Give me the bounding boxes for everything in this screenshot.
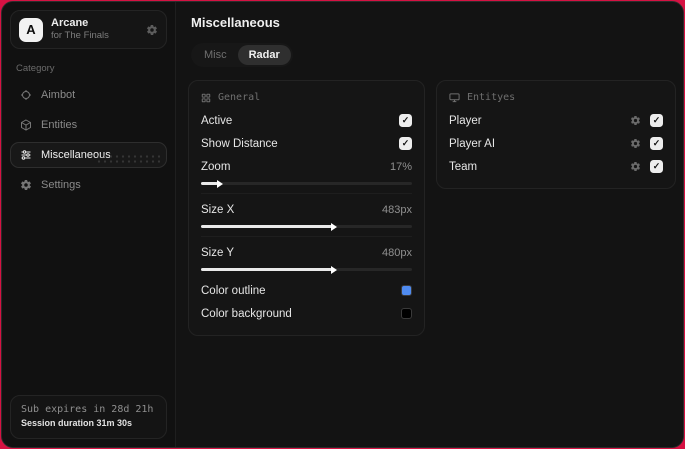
cube-icon [20, 119, 32, 131]
entity-label: Player [449, 114, 482, 127]
color-label: Color background [201, 307, 292, 320]
entity-label: Player AI [449, 137, 496, 150]
sidebar-item-aimbot[interactable]: Aimbot [10, 82, 167, 108]
general-panel-title: General [218, 92, 261, 103]
slider-value: 17% [389, 160, 412, 173]
checkmark-icon: ✓ [401, 115, 410, 125]
tab-bar: Misc Radar [191, 43, 293, 67]
team-checkbox[interactable]: ✓ [650, 160, 663, 173]
entity-label: Team [449, 160, 478, 173]
divider [201, 193, 412, 194]
entity-row-player: Player ✓ [449, 109, 663, 132]
checkmark-icon: ✓ [652, 115, 661, 125]
gear-icon[interactable] [630, 115, 641, 126]
app-window: A Arcane for The Finals Category Aimbot [1, 1, 684, 448]
sidebar-item-label: Settings [41, 179, 81, 191]
slider-value: 480px [382, 246, 412, 259]
entity-row-team: Team ✓ [449, 155, 663, 178]
sub-expires-text: Sub expires in 28d 21h [21, 404, 154, 415]
slider-value: 483px [382, 203, 412, 216]
checkmark-icon: ✓ [652, 161, 661, 171]
brand-logo: A [19, 17, 43, 42]
active-checkbox[interactable]: ✓ [399, 114, 412, 127]
outline-color-swatch[interactable] [401, 285, 412, 296]
gear-icon[interactable] [630, 138, 641, 149]
sidebar-item-miscellaneous[interactable]: Miscellaneous [10, 142, 167, 168]
show-distance-checkbox[interactable]: ✓ [399, 137, 412, 150]
sidebar-nav: Aimbot Entities Miscellaneous Settings [10, 82, 167, 198]
toggle-row-active: Active ✓ [201, 109, 412, 132]
size-x-slider[interactable] [201, 222, 412, 231]
entities-panel-title: Entityes [467, 92, 516, 103]
brand-subtitle: for The Finals [51, 30, 109, 41]
zoom-slider[interactable] [201, 179, 412, 188]
slider-label: Zoom [201, 160, 231, 173]
sidebar-item-settings[interactable]: Settings [10, 172, 167, 198]
slider-row-size-y: Size Y 480px [201, 241, 412, 264]
checkmark-icon: ✓ [401, 138, 410, 148]
player-checkbox[interactable]: ✓ [650, 114, 663, 127]
zoom-slider-fill[interactable] [201, 179, 223, 188]
slider-row-zoom: Zoom 17% [201, 155, 412, 178]
tab-radar[interactable]: Radar [237, 45, 291, 65]
page-title: Miscellaneous [191, 15, 280, 30]
sidebar-item-label: Entities [41, 119, 78, 131]
session-duration-text: Session duration 31m 30s [21, 418, 133, 428]
divider [201, 236, 412, 237]
monitor-icon [449, 92, 460, 103]
crosshair-icon [20, 89, 32, 101]
category-label: Category [16, 63, 55, 74]
general-panel: General Active ✓ Show Distance ✓ Zoom 17… [188, 80, 425, 336]
entities-panel-header: Entityes [449, 92, 663, 103]
size-y-slider-fill[interactable] [201, 265, 337, 274]
size-y-slider[interactable] [201, 265, 412, 274]
sidebar-item-label: Miscellaneous [41, 149, 111, 161]
gear-icon[interactable] [630, 161, 641, 172]
slider-label: Size X [201, 203, 235, 216]
slider-row-size-x: Size X 483px [201, 198, 412, 221]
gear-icon[interactable] [146, 24, 158, 36]
toggle-label: Active [201, 114, 233, 127]
sidebar: A Arcane for The Finals Category Aimbot [2, 2, 176, 447]
panels-row: General Active ✓ Show Distance ✓ Zoom 17… [188, 80, 676, 336]
gear-icon [20, 179, 32, 191]
brand-title: Arcane [51, 17, 89, 29]
color-label: Color outline [201, 284, 266, 297]
size-x-slider-fill[interactable] [201, 222, 337, 231]
brand-card: A Arcane for The Finals [10, 10, 167, 49]
checkmark-icon: ✓ [652, 138, 661, 148]
background-color-swatch[interactable] [401, 308, 412, 319]
grid-icon [201, 93, 211, 103]
general-panel-header: General [201, 92, 412, 103]
sliders-icon [20, 149, 32, 161]
toggle-row-show-distance: Show Distance ✓ [201, 132, 412, 155]
entities-panel: Entityes Player ✓ Player AI ✓ Team ✓ [436, 80, 676, 189]
main-content: Miscellaneous Misc Radar General Active … [176, 2, 683, 447]
brand-text: Arcane for The Finals [51, 17, 138, 42]
subscription-box: Sub expires in 28d 21h Session duration … [10, 395, 167, 439]
slider-label: Size Y [201, 246, 235, 259]
sidebar-item-label: Aimbot [41, 89, 76, 101]
sidebar-item-entities[interactable]: Entities [10, 112, 167, 138]
color-row-background: Color background [201, 302, 412, 325]
entity-row-player-ai: Player AI ✓ [449, 132, 663, 155]
color-row-outline: Color outline [201, 279, 412, 302]
player-ai-checkbox[interactable]: ✓ [650, 137, 663, 150]
toggle-label: Show Distance [201, 137, 278, 150]
tab-misc[interactable]: Misc [193, 45, 238, 65]
